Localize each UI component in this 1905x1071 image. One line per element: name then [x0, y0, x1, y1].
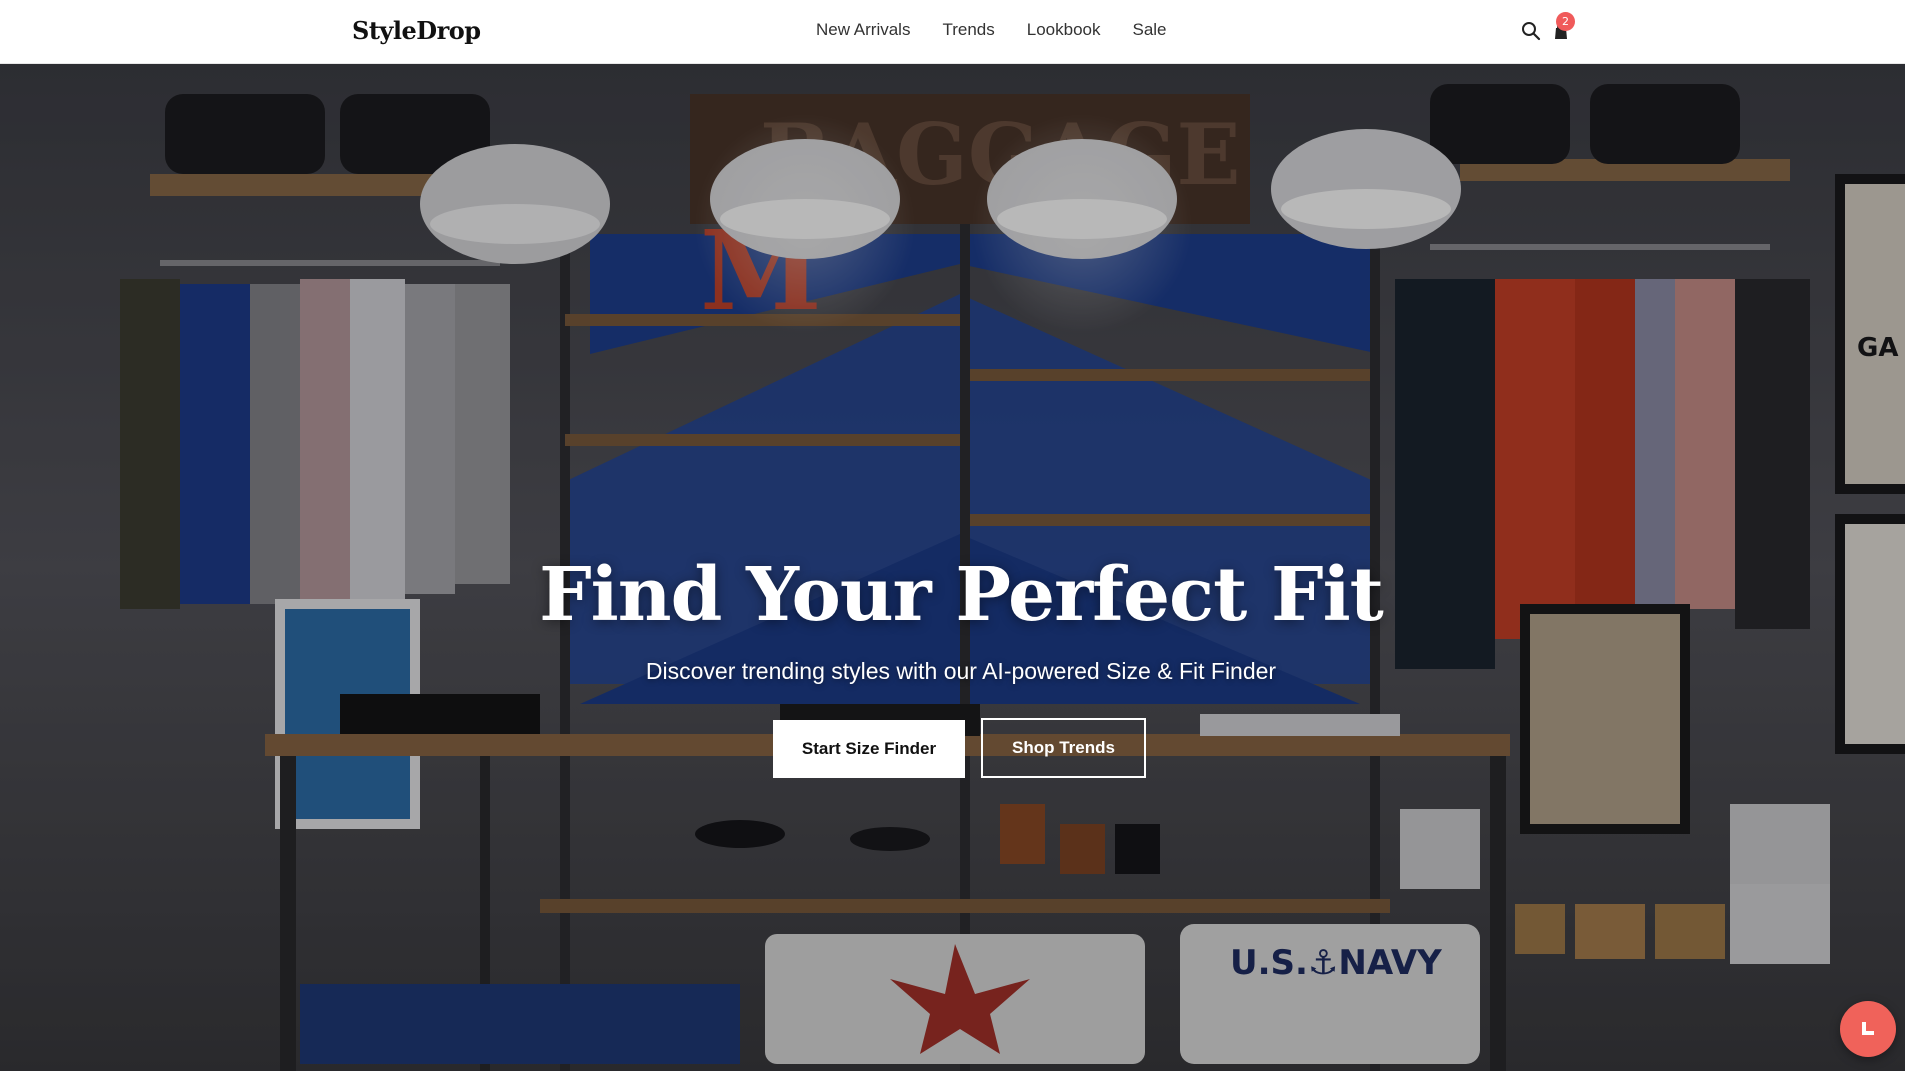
main-nav: New Arrivals Trends Lookbook Sale	[816, 20, 1167, 40]
chat-icon	[1862, 1022, 1874, 1035]
cart-count-badge: 2	[1556, 12, 1575, 31]
nav-item-sale[interactable]: Sale	[1132, 20, 1166, 40]
start-size-finder-button[interactable]: Start Size Finder	[773, 720, 965, 778]
search-icon[interactable]	[1520, 20, 1542, 42]
nav-item-trends[interactable]: Trends	[942, 20, 994, 40]
nav-item-lookbook[interactable]: Lookbook	[1027, 20, 1101, 40]
hero-subtitle: Discover trending styles with our AI-pow…	[645, 658, 1277, 684]
shop-trends-button[interactable]: Shop Trends	[981, 718, 1146, 778]
hero-section: BAGGAGE M	[0, 64, 1905, 1071]
site-header: StyleDrop New Arrivals Trends Lookbook S…	[0, 0, 1905, 64]
chat-fab-button[interactable]	[1840, 1001, 1896, 1057]
nav-item-new-arrivals[interactable]: New Arrivals	[816, 20, 910, 40]
hero-title: Find Your Perfect Fit	[539, 552, 1384, 638]
brand-logo[interactable]: StyleDrop	[352, 16, 481, 45]
